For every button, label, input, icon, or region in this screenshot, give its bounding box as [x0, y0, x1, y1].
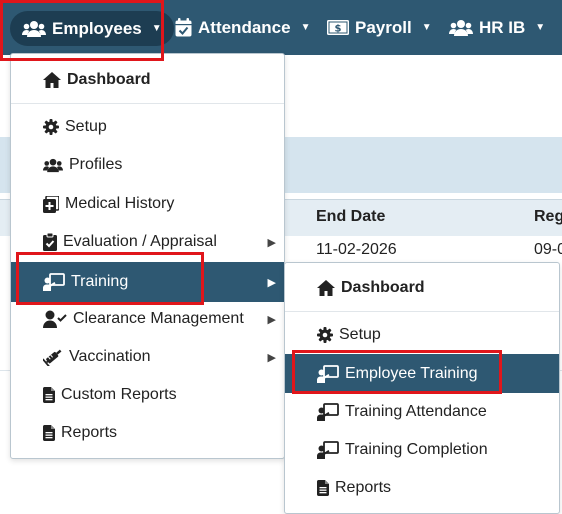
- column-header-end-date: End Date: [316, 208, 386, 225]
- table-cell-regi: 09-0: [534, 241, 562, 258]
- menu-item-label: Training Attendance: [345, 403, 487, 420]
- menu-item-label: Setup: [65, 118, 107, 135]
- svg-text:$: $: [335, 24, 342, 35]
- column-header-regi: Regi: [534, 208, 562, 225]
- menu-item-label: Medical History: [65, 195, 175, 212]
- gear-icon: [43, 119, 59, 135]
- training-submenu: Dashboard Setup Employee Training Traini…: [284, 262, 560, 514]
- nav-attendance[interactable]: Attendance ▼: [175, 0, 310, 55]
- menu-item-label: Training: [71, 273, 129, 290]
- menu-item-label: Custom Reports: [61, 386, 177, 403]
- table-cell-end-date: 11-02-2026: [316, 241, 397, 258]
- nav-payroll[interactable]: $ Payroll ▼: [327, 0, 432, 55]
- nav-attendance-label: Attendance: [198, 17, 291, 37]
- menu-item-label: Reports: [61, 424, 118, 441]
- nav-payroll-label: Payroll: [355, 17, 412, 37]
- menu-item-clearance-management[interactable]: Clearance Management ▶: [11, 300, 284, 338]
- menu-item-reports[interactable]: Reports: [11, 414, 284, 452]
- menu-item-custom-reports[interactable]: Custom Reports: [11, 376, 284, 414]
- menu-item-setup[interactable]: Setup: [11, 108, 284, 146]
- menu-item-label: Vaccination: [69, 348, 151, 365]
- file-icon: [43, 425, 55, 441]
- calendar-check-icon: [175, 18, 192, 37]
- menu-divider: [11, 103, 284, 104]
- menu-item-vaccination[interactable]: Vaccination ▶: [11, 338, 284, 376]
- caret-right-icon: ▶: [267, 236, 276, 249]
- menu-item-label: Evaluation / Appraisal: [63, 233, 217, 250]
- caret-down-icon: ▼: [151, 23, 162, 34]
- chalkboard-teacher-icon: [317, 364, 339, 383]
- submenu-item-training-completion[interactable]: Training Completion: [285, 431, 559, 469]
- employees-dropdown-menu: Dashboard Setup Profiles Medical History: [10, 53, 285, 459]
- file-icon: [317, 480, 329, 496]
- user-check-icon: [43, 310, 67, 328]
- menu-item-label: Profiles: [69, 156, 123, 173]
- menu-item-dashboard[interactable]: Dashboard: [11, 61, 284, 99]
- top-navbar: Employees ▼ Attendance ▼ $ Payroll ▼ HR …: [0, 0, 562, 55]
- caret-down-icon: ▼: [421, 22, 432, 33]
- nav-hr-ib[interactable]: HR IB ▼: [449, 0, 545, 55]
- menu-item-label: Employee Training: [345, 364, 478, 382]
- menu-item-evaluation-appraisal[interactable]: Evaluation / Appraisal ▶: [11, 223, 284, 261]
- menu-item-label: Dashboard: [341, 279, 425, 296]
- submenu-item-employee-training[interactable]: Employee Training: [285, 354, 559, 393]
- menu-item-label: Reports: [335, 479, 392, 496]
- menu-divider: [285, 311, 559, 312]
- menu-item-medical-history[interactable]: Medical History: [11, 185, 284, 223]
- gear-icon: [317, 327, 333, 343]
- medical-file-icon: [43, 195, 59, 213]
- chalkboard-teacher-icon: [317, 441, 339, 459]
- chalkboard-teacher-icon: [317, 403, 339, 421]
- menu-item-profiles[interactable]: Profiles: [11, 146, 284, 184]
- nav-hr-ib-label: HR IB: [479, 17, 526, 37]
- submenu-item-dashboard[interactable]: Dashboard: [285, 269, 559, 307]
- syringe-icon: [43, 348, 63, 366]
- menu-item-label: Dashboard: [67, 71, 151, 88]
- home-icon: [317, 280, 335, 296]
- menu-item-training[interactable]: Training ▶: [11, 262, 284, 302]
- users-icon: [43, 158, 63, 173]
- money-bill-icon: $: [327, 20, 349, 35]
- caret-down-icon: ▼: [300, 22, 311, 33]
- nav-employees-label: Employees: [52, 18, 142, 38]
- chalkboard-teacher-icon: [43, 273, 65, 291]
- users-icon: [22, 20, 46, 38]
- submenu-item-setup[interactable]: Setup: [285, 316, 559, 354]
- file-icon: [43, 387, 55, 403]
- nav-employees[interactable]: Employees ▼: [10, 11, 174, 46]
- menu-item-label: Training Completion: [345, 441, 488, 458]
- caret-right-icon: ▶: [267, 313, 276, 326]
- caret-down-icon: ▼: [535, 22, 546, 33]
- users-icon: [449, 19, 473, 37]
- home-icon: [43, 72, 61, 88]
- caret-right-icon: ▶: [267, 351, 276, 364]
- submenu-item-reports[interactable]: Reports: [285, 469, 559, 507]
- menu-item-label: Clearance Management: [73, 310, 244, 327]
- app-window: Employees ▼ Attendance ▼ $ Payroll ▼ HR …: [0, 0, 562, 514]
- clipboard-check-icon: [43, 233, 57, 251]
- menu-item-label: Setup: [339, 326, 381, 343]
- caret-right-icon: ▶: [267, 276, 276, 289]
- submenu-item-training-attendance[interactable]: Training Attendance: [285, 393, 559, 431]
